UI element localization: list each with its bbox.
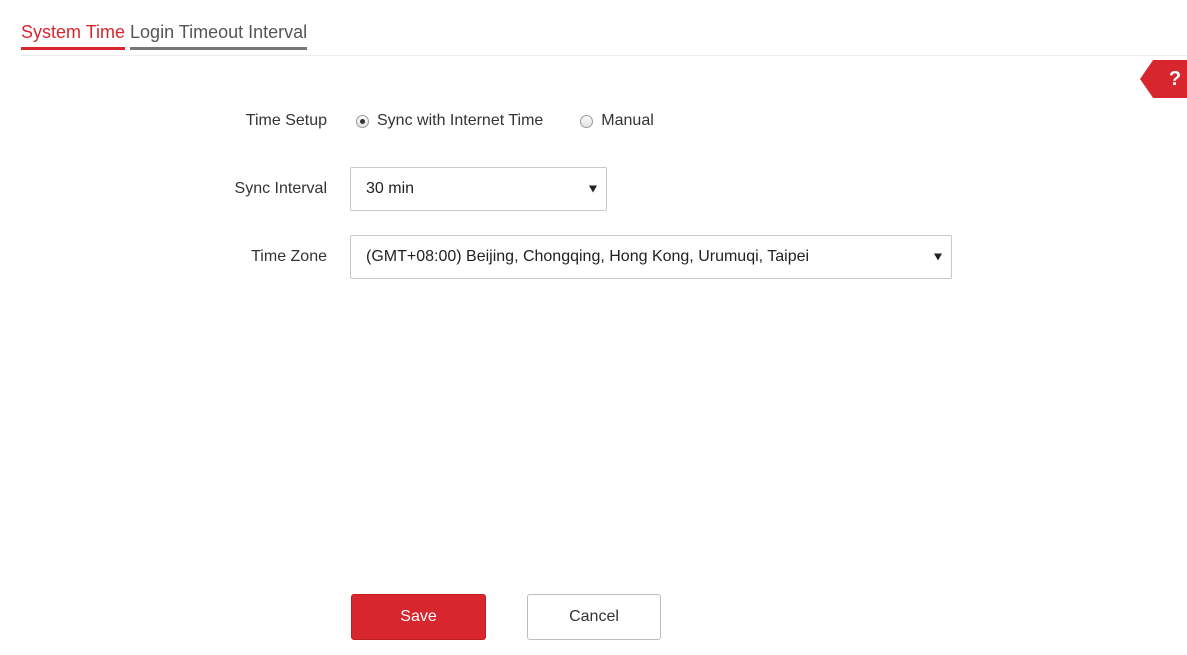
sync-interval-label: Sync Interval bbox=[234, 180, 327, 197]
radio-manual-label: Manual bbox=[601, 112, 654, 129]
radio-sync-internet-time-label: Sync with Internet Time bbox=[377, 112, 544, 129]
sync-interval-select[interactable]: 30 min bbox=[350, 167, 607, 211]
radio-manual[interactable]: Manual bbox=[580, 112, 654, 130]
radio-unchecked-icon[interactable] bbox=[580, 114, 594, 128]
radio-sync-internet-time[interactable]: Sync with Internet Time bbox=[356, 112, 543, 130]
sync-interval-value: 30 min bbox=[366, 180, 415, 197]
tab-divider bbox=[21, 55, 1187, 56]
dropdown-caret-icon bbox=[934, 253, 942, 261]
help-button[interactable]: ? bbox=[1140, 60, 1187, 98]
time-zone-label: Time Zone bbox=[251, 248, 327, 265]
time-zone-select[interactable]: (GMT+08:00) Beijing, Chongqing, Hong Kon… bbox=[350, 235, 952, 279]
radio-checked-icon[interactable] bbox=[356, 114, 369, 128]
tab-login-timeout-interval[interactable]: Login Timeout Interval bbox=[130, 20, 308, 50]
help-icon: ? bbox=[1168, 67, 1182, 90]
tab-bar: System Time Login Timeout Interval bbox=[21, 20, 308, 50]
tab-system-time[interactable]: System Time bbox=[21, 20, 126, 50]
time-setup-radio-group: Sync with Internet Time Manual bbox=[356, 112, 654, 130]
time-zone-value: (GMT+08:00) Beijing, Chongqing, Hong Kon… bbox=[366, 248, 810, 265]
save-button[interactable]: Save bbox=[351, 594, 486, 640]
dropdown-caret-icon bbox=[589, 185, 597, 193]
time-setup-label: Time Setup bbox=[245, 112, 327, 129]
cancel-button[interactable]: Cancel bbox=[527, 594, 661, 640]
